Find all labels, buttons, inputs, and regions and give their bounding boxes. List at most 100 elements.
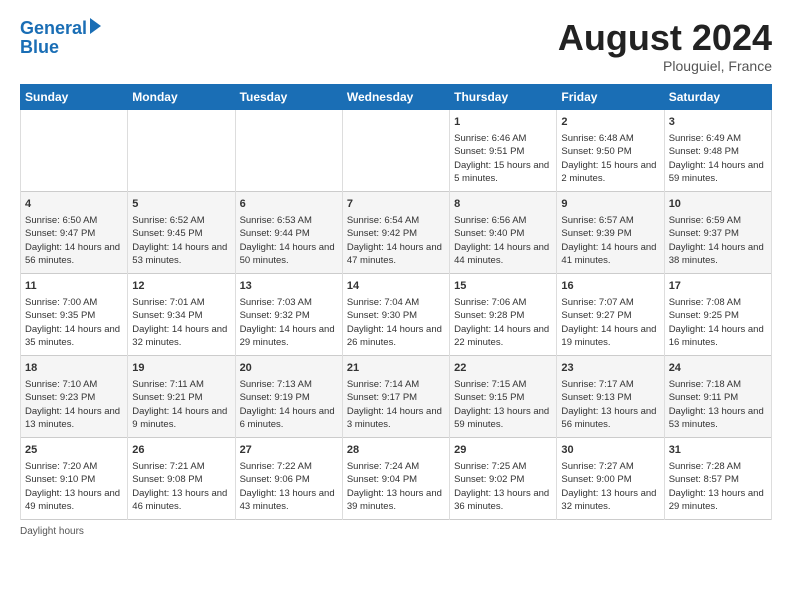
- day-info: Sunset: 9:50 PM: [561, 145, 659, 158]
- day-cell-13: 13Sunrise: 7:03 AMSunset: 9:32 PMDayligh…: [235, 273, 342, 355]
- day-info: Daylight: 14 hours and 35 minutes.: [25, 323, 123, 350]
- day-cell-31: 31Sunrise: 7:28 AMSunset: 8:57 PMDayligh…: [664, 437, 771, 519]
- day-cell-21: 21Sunrise: 7:14 AMSunset: 9:17 PMDayligh…: [342, 355, 449, 437]
- day-info: Sunrise: 7:17 AM: [561, 378, 659, 391]
- day-info: Sunrise: 6:57 AM: [561, 214, 659, 227]
- day-info: Daylight: 14 hours and 47 minutes.: [347, 241, 445, 268]
- month-year-title: August 2024: [558, 18, 772, 58]
- day-number: 26: [132, 443, 230, 458]
- day-info: Sunrise: 7:10 AM: [25, 378, 123, 391]
- day-number: 12: [132, 279, 230, 294]
- day-number: 1: [454, 115, 552, 130]
- day-info: Sunset: 9:08 PM: [132, 473, 230, 486]
- day-info: Daylight: 13 hours and 56 minutes.: [561, 405, 659, 432]
- day-cell-29: 29Sunrise: 7:25 AMSunset: 9:02 PMDayligh…: [450, 437, 557, 519]
- day-info: Daylight: 14 hours and 6 minutes.: [240, 405, 338, 432]
- day-info: Daylight: 13 hours and 49 minutes.: [25, 487, 123, 514]
- day-number: 14: [347, 279, 445, 294]
- day-cell-17: 17Sunrise: 7:08 AMSunset: 9:25 PMDayligh…: [664, 273, 771, 355]
- day-info: Daylight: 14 hours and 56 minutes.: [25, 241, 123, 268]
- day-info: Sunset: 9:11 PM: [669, 391, 767, 404]
- day-info: Sunrise: 7:14 AM: [347, 378, 445, 391]
- day-cell-empty: [21, 109, 128, 191]
- day-info: Daylight: 13 hours and 43 minutes.: [240, 487, 338, 514]
- day-cell-empty: [128, 109, 235, 191]
- day-info: Sunset: 9:35 PM: [25, 309, 123, 322]
- day-cell-3: 3Sunrise: 6:49 AMSunset: 9:48 PMDaylight…: [664, 109, 771, 191]
- day-info: Daylight: 14 hours and 22 minutes.: [454, 323, 552, 350]
- col-header-friday: Friday: [557, 84, 664, 109]
- day-info: Daylight: 14 hours and 3 minutes.: [347, 405, 445, 432]
- day-info: Sunset: 9:39 PM: [561, 227, 659, 240]
- day-info: Sunset: 9:47 PM: [25, 227, 123, 240]
- day-info: Sunrise: 6:46 AM: [454, 132, 552, 145]
- day-info: Daylight: 13 hours and 53 minutes.: [669, 405, 767, 432]
- day-info: Daylight: 14 hours and 59 minutes.: [669, 159, 767, 186]
- day-info: Sunset: 9:19 PM: [240, 391, 338, 404]
- calendar-table: SundayMondayTuesdayWednesdayThursdayFrid…: [20, 84, 772, 520]
- day-number: 29: [454, 443, 552, 458]
- col-header-tuesday: Tuesday: [235, 84, 342, 109]
- day-info: Sunset: 9:51 PM: [454, 145, 552, 158]
- week-row-1: 1 Sunrise: 6:46 AMSunset: 9:51 PM Daylight…: [21, 109, 772, 191]
- footer: Daylight hours: [20, 526, 772, 537]
- day-number: 22: [454, 361, 552, 376]
- day-number: 5: [132, 197, 230, 212]
- day-cell-23: 23Sunrise: 7:17 AMSunset: 9:13 PMDayligh…: [557, 355, 664, 437]
- col-header-thursday: Thursday: [450, 84, 557, 109]
- day-info: Sunset: 9:25 PM: [669, 309, 767, 322]
- week-row-4: 18Sunrise: 7:10 AMSunset: 9:23 PMDayligh…: [21, 355, 772, 437]
- day-cell-15: 15Sunrise: 7:06 AMSunset: 9:28 PMDayligh…: [450, 273, 557, 355]
- day-info: Daylight: 14 hours and 13 minutes.: [25, 405, 123, 432]
- day-info: Sunrise: 6:59 AM: [669, 214, 767, 227]
- day-info: Daylight: 14 hours and 26 minutes.: [347, 323, 445, 350]
- col-header-sunday: Sunday: [21, 84, 128, 109]
- day-info: Sunset: 9:13 PM: [561, 391, 659, 404]
- day-cell-empty: [342, 109, 449, 191]
- day-info: Daylight: 14 hours and 38 minutes.: [669, 241, 767, 268]
- day-cell-22: 22Sunrise: 7:15 AMSunset: 9:15 PMDayligh…: [450, 355, 557, 437]
- day-cell-24: 24Sunrise: 7:18 AMSunset: 9:11 PMDayligh…: [664, 355, 771, 437]
- day-info: Sunset: 9:37 PM: [669, 227, 767, 240]
- day-number: 30: [561, 443, 659, 458]
- location-subtitle: Plouguiel, France: [558, 58, 772, 74]
- day-number: 15: [454, 279, 552, 294]
- day-info: Daylight: 13 hours and 32 minutes.: [561, 487, 659, 514]
- day-info: Sunrise: 6:56 AM: [454, 214, 552, 227]
- day-info: Daylight: 14 hours and 50 minutes.: [240, 241, 338, 268]
- day-info: Sunrise: 7:21 AM: [132, 460, 230, 473]
- day-info: Sunset: 9:45 PM: [132, 227, 230, 240]
- day-info: Sunset: 9:32 PM: [240, 309, 338, 322]
- day-cell-12: 12Sunrise: 7:01 AMSunset: 9:34 PMDayligh…: [128, 273, 235, 355]
- day-info: Sunset: 9:10 PM: [25, 473, 123, 486]
- day-info: Daylight: 14 hours and 29 minutes.: [240, 323, 338, 350]
- day-info: Sunrise: 7:13 AM: [240, 378, 338, 391]
- calendar-header-row: SundayMondayTuesdayWednesdayThursdayFrid…: [21, 84, 772, 109]
- daylight-label: Daylight hours: [20, 526, 84, 537]
- day-info: Sunset: 9:42 PM: [347, 227, 445, 240]
- day-info: Sunset: 8:57 PM: [669, 473, 767, 486]
- header: General Blue August 2024 Plouguiel, Fran…: [20, 18, 772, 74]
- day-info: Sunrise: 6:53 AM: [240, 214, 338, 227]
- day-cell-16: 16Sunrise: 7:07 AMSunset: 9:27 PMDayligh…: [557, 273, 664, 355]
- day-info: Sunset: 9:04 PM: [347, 473, 445, 486]
- day-info: Daylight: 15 hours and 2 minutes.: [561, 159, 659, 186]
- day-cell-9: 9Sunrise: 6:57 AMSunset: 9:39 PMDaylight…: [557, 191, 664, 273]
- day-info: Sunrise: 6:54 AM: [347, 214, 445, 227]
- day-info: Sunset: 9:28 PM: [454, 309, 552, 322]
- col-header-wednesday: Wednesday: [342, 84, 449, 109]
- day-info: Daylight: 14 hours and 32 minutes.: [132, 323, 230, 350]
- day-info: Daylight: 14 hours and 53 minutes.: [132, 241, 230, 268]
- day-info: Sunrise: 6:52 AM: [132, 214, 230, 227]
- day-cell-28: 28Sunrise: 7:24 AMSunset: 9:04 PMDayligh…: [342, 437, 449, 519]
- day-cell-7: 7 Sunrise: 6:54 AMSunset: 9:42 PMDaylight…: [342, 191, 449, 273]
- day-number: 19: [132, 361, 230, 376]
- day-info: Sunrise: 7:27 AM: [561, 460, 659, 473]
- day-number: 17: [669, 279, 767, 294]
- day-number: 7: [347, 197, 445, 212]
- day-info: Sunrise: 7:07 AM: [561, 296, 659, 309]
- day-cell-11: 11Sunrise: 7:00 AMSunset: 9:35 PMDayligh…: [21, 273, 128, 355]
- day-info: Sunrise: 7:11 AM: [132, 378, 230, 391]
- day-info: Sunrise: 7:24 AM: [347, 460, 445, 473]
- day-info: Sunrise: 6:50 AM: [25, 214, 123, 227]
